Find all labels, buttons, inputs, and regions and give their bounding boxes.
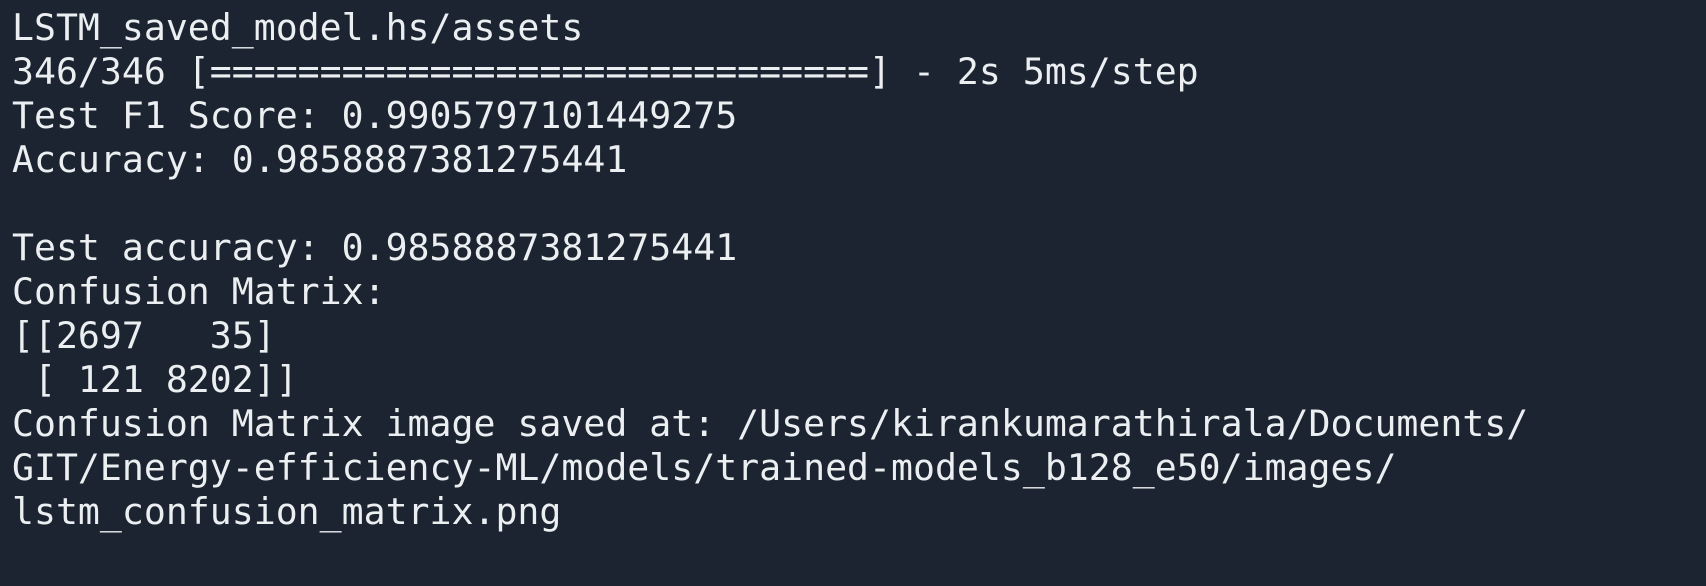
terminal-line-f1-score: Test F1 Score: 0.9905797101449275 [12, 94, 738, 137]
terminal-line-test-accuracy: Test accuracy: 0.9858887381275441 [12, 226, 738, 269]
terminal-line-confusion-title: Confusion Matrix: [12, 270, 386, 313]
terminal-line-saved-path-3: lstm_confusion_matrix.png [12, 490, 562, 533]
terminal-line-matrix-row-1: [[2697 35] [12, 314, 276, 357]
terminal-line-accuracy: Accuracy: 0.9858887381275441 [12, 138, 628, 181]
terminal-line-saved-path-2: GIT/Energy-efficiency-ML/models/trained-… [12, 446, 1397, 489]
terminal-output: LSTM_saved_model.hs/assets 346/346 [====… [0, 0, 1706, 534]
terminal-line-matrix-row-2: [ 121 8202]] [12, 358, 298, 401]
terminal-line-assets-path: LSTM_saved_model.hs/assets [12, 6, 584, 49]
terminal-line-progress: 346/346 [==============================]… [12, 50, 1199, 93]
terminal-line-saved-path-1: Confusion Matrix image saved at: /Users/… [12, 402, 1529, 445]
